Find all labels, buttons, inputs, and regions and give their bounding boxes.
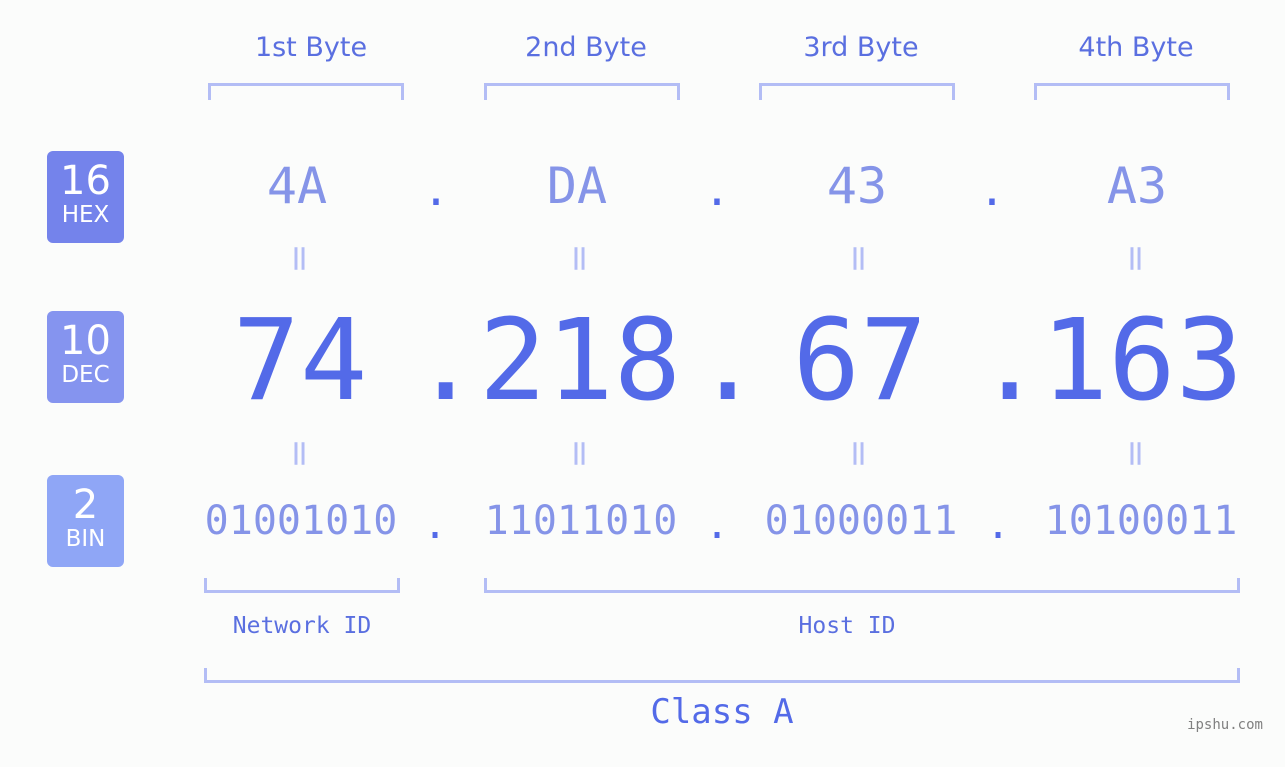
byte-header-2: 2nd Byte (525, 32, 647, 63)
bin-badge: 2 BIN (47, 475, 124, 567)
equals-sign: = (559, 243, 601, 274)
bin-separator-1: . (422, 502, 448, 548)
equals-sign: = (279, 438, 321, 469)
dec-octet-4: 163 (1040, 296, 1244, 426)
dec-octet-1: 74 (232, 296, 368, 426)
hex-octet-2: DA (546, 157, 608, 215)
hex-octet-4: A3 (1106, 157, 1168, 215)
equals-sign: = (279, 243, 321, 274)
bin-badge-label: BIN (65, 526, 106, 552)
hex-octet-1: 4A (266, 157, 328, 215)
bin-separator-2: . (704, 502, 730, 548)
equals-sign: = (559, 438, 601, 469)
class-bracket (204, 668, 1240, 683)
network-id-bracket (204, 578, 400, 593)
bin-octet-1: 01001010 (204, 498, 398, 544)
dec-badge-number: 10 (60, 318, 111, 364)
class-label: Class A (650, 692, 794, 732)
equals-sign: = (838, 438, 880, 469)
byte-bracket-2 (484, 83, 680, 100)
hex-octet-3: 43 (826, 157, 888, 215)
byte-header-1: 1st Byte (254, 32, 368, 63)
byte-bracket-3 (759, 83, 955, 100)
bin-badge-number: 2 (72, 482, 99, 528)
bin-octet-4: 10100011 (1044, 498, 1238, 544)
equals-sign: = (838, 243, 880, 274)
byte-bracket-4 (1034, 83, 1230, 100)
dec-octet-3: 67 (792, 296, 928, 426)
hex-separator-2: . (703, 165, 731, 216)
equals-sign: = (1115, 438, 1157, 469)
dec-separator-3: . (976, 296, 1044, 426)
byte-header-4: 4th Byte (1078, 32, 1194, 63)
bin-separator-3: . (985, 502, 1011, 548)
watermark: ipshu.com (1187, 717, 1263, 733)
bin-octet-2: 11011010 (484, 498, 678, 544)
hex-badge: 16 HEX (47, 151, 124, 243)
bin-octet-3: 01000011 (764, 498, 958, 544)
dec-separator-2: . (694, 296, 762, 426)
host-id-label: Host ID (798, 613, 896, 639)
dec-badge-label: DEC (61, 362, 110, 388)
host-id-bracket (484, 578, 1240, 593)
hex-badge-label: HEX (61, 202, 110, 228)
byte-header-3: 3rd Byte (803, 32, 919, 63)
equals-sign: = (1115, 243, 1157, 274)
byte-bracket-1 (208, 83, 404, 100)
dec-badge: 10 DEC (47, 311, 124, 403)
dec-separator-1: . (412, 296, 480, 426)
dec-octet-2: 218 (478, 296, 682, 426)
hex-separator-3: . (978, 165, 1006, 216)
hex-badge-number: 16 (60, 158, 111, 204)
hex-separator-1: . (422, 165, 450, 216)
network-id-label: Network ID (232, 613, 372, 639)
